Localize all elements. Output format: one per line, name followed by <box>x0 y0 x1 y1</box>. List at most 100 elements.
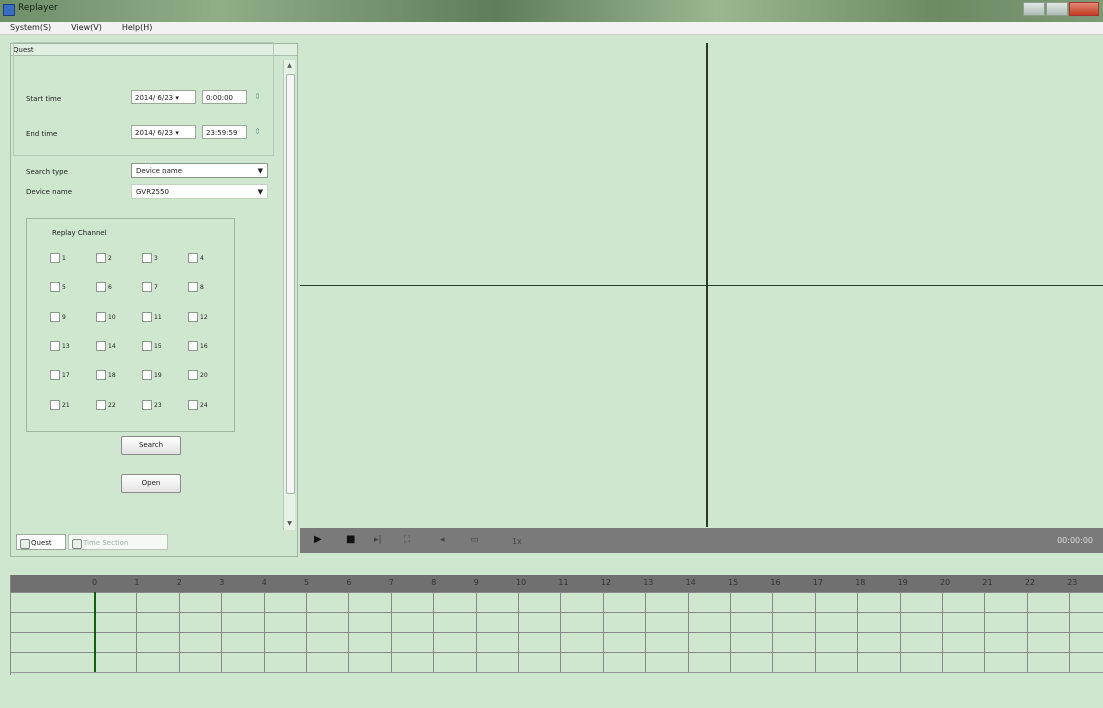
channel-checkbox-2[interactable]: 2 <box>96 253 112 263</box>
channel-label: 10 <box>108 313 116 321</box>
playback-control-bar: ▶ ■ ▸| ⛶ ◂ ▭ 1x 00:00:00 <box>300 528 1103 553</box>
channel-checkbox-9[interactable]: 9 <box>50 312 66 322</box>
checkbox-icon[interactable] <box>188 282 198 292</box>
panel-tabs: Quest Time Section <box>12 532 292 552</box>
maximize-button[interactable] <box>1046 2 1068 16</box>
close-button[interactable] <box>1069 2 1099 16</box>
end-date-picker[interactable]: 2014/ 6/23 ▾ <box>131 125 196 139</box>
end-time-spinner-icon[interactable]: ⇕ <box>252 125 263 139</box>
channel-checkbox-19[interactable]: 19 <box>142 370 162 380</box>
channel-checkbox-18[interactable]: 18 <box>96 370 116 380</box>
search-type-label: Search type <box>26 168 68 176</box>
open-button[interactable]: Open <box>121 474 181 493</box>
timeline-row-line <box>11 592 1103 593</box>
scroll-up-icon[interactable]: ▲ <box>286 62 293 70</box>
checkbox-icon[interactable] <box>50 370 60 380</box>
timeline-hour-label: 11 <box>558 578 569 587</box>
channel-checkbox-5[interactable]: 5 <box>50 282 66 292</box>
channel-label: 7 <box>154 283 158 291</box>
timeline[interactable]: 0 1 2 3 4 5 6 7 8 9 10 11 12 13 14 15 16 17 18 19 20 21 22 23 <box>10 575 1103 675</box>
window-title: Replayer <box>18 3 58 13</box>
timeline-hour-label: 3 <box>219 578 225 587</box>
channel-checkbox-10[interactable]: 10 <box>96 312 116 322</box>
channel-label: 12 <box>200 313 208 321</box>
checkbox-icon[interactable] <box>142 282 152 292</box>
panel-scrollbar[interactable]: ▲ ▼ <box>283 60 295 530</box>
checkbox-icon[interactable] <box>96 400 106 410</box>
channel-checkbox-21[interactable]: 21 <box>50 400 70 410</box>
timeline-hour-label: 21 <box>982 578 993 587</box>
channel-checkbox-6[interactable]: 6 <box>96 282 112 292</box>
checkbox-icon[interactable] <box>188 312 198 322</box>
start-time-field[interactable]: 0:00:00 <box>202 90 247 104</box>
checkbox-icon[interactable] <box>96 341 106 351</box>
channel-checkbox-14[interactable]: 14 <box>96 341 116 351</box>
menu-system[interactable]: System(S) <box>0 22 61 34</box>
scroll-thumb[interactable] <box>286 74 295 494</box>
checkbox-icon[interactable] <box>188 253 198 263</box>
timeline-cursor[interactable] <box>94 592 96 672</box>
channel-label: 18 <box>108 371 116 379</box>
checkbox-icon[interactable] <box>50 282 60 292</box>
search-type-select[interactable]: Device name ▼ <box>131 163 268 178</box>
channel-checkbox-12[interactable]: 12 <box>188 312 208 322</box>
checkbox-icon[interactable] <box>142 312 152 322</box>
menu-help[interactable]: Help(H) <box>112 22 163 34</box>
search-button[interactable]: Search <box>121 436 181 455</box>
tab-time-section-label: Time Section <box>83 539 129 547</box>
channel-checkbox-15[interactable]: 15 <box>142 341 162 351</box>
checkbox-icon[interactable] <box>50 400 60 410</box>
channel-checkbox-3[interactable]: 3 <box>142 253 158 263</box>
stop-icon[interactable]: ■ <box>346 534 355 546</box>
end-date-value: 2014/ 6/23 <box>135 129 174 137</box>
minimize-button[interactable] <box>1023 2 1045 16</box>
checkbox-icon[interactable] <box>142 370 152 380</box>
channel-checkbox-22[interactable]: 22 <box>96 400 116 410</box>
checkbox-icon[interactable] <box>96 253 106 263</box>
channel-checkbox-8[interactable]: 8 <box>188 282 204 292</box>
checkbox-icon[interactable] <box>96 282 106 292</box>
tab-quest[interactable]: Quest <box>16 534 66 550</box>
channel-checkbox-24[interactable]: 24 <box>188 400 208 410</box>
channel-checkbox-1[interactable]: 1 <box>50 253 66 263</box>
checkbox-icon[interactable] <box>142 341 152 351</box>
checkbox-icon[interactable] <box>142 253 152 263</box>
playback-speed[interactable]: 1x <box>512 536 522 548</box>
checkbox-icon[interactable] <box>96 312 106 322</box>
tab-time-section[interactable]: Time Section <box>68 534 168 550</box>
checkbox-icon[interactable] <box>96 370 106 380</box>
fullscreen-icon[interactable]: ⛶ <box>404 534 410 546</box>
channel-checkbox-20[interactable]: 20 <box>188 370 208 380</box>
step-forward-icon[interactable]: ▸| <box>374 534 382 546</box>
channel-checkbox-13[interactable]: 13 <box>50 341 70 351</box>
timeline-hour-label: 5 <box>304 578 310 587</box>
channel-checkbox-4[interactable]: 4 <box>188 253 204 263</box>
checkbox-icon[interactable] <box>188 341 198 351</box>
checkbox-icon[interactable] <box>50 253 60 263</box>
play-icon[interactable]: ▶ <box>314 534 322 546</box>
checkbox-icon[interactable] <box>142 400 152 410</box>
snapshot-icon[interactable]: ▭ <box>470 534 479 546</box>
channel-label: 23 <box>154 401 162 409</box>
channel-checkbox-7[interactable]: 7 <box>142 282 158 292</box>
scroll-down-icon[interactable]: ▼ <box>286 520 293 528</box>
channel-checkbox-23[interactable]: 23 <box>142 400 162 410</box>
device-name-select[interactable]: GVR2550 ▼ <box>131 184 268 199</box>
checkbox-icon[interactable] <box>50 312 60 322</box>
timeline-hour-label: 17 <box>812 578 823 587</box>
checkbox-icon[interactable] <box>50 341 60 351</box>
checkbox-icon[interactable] <box>188 400 198 410</box>
checkbox-icon[interactable] <box>188 370 198 380</box>
timeline-hour-label: 6 <box>346 578 352 587</box>
channel-checkbox-17[interactable]: 17 <box>50 370 70 380</box>
channel-checkbox-11[interactable]: 11 <box>142 312 162 322</box>
end-time-field[interactable]: 23:59:59 <box>202 125 247 139</box>
start-date-picker[interactable]: 2014/ 6/23 ▾ <box>131 90 196 104</box>
title-bar: Replayer <box>0 0 1103 22</box>
start-time-spinner-icon[interactable]: ⇕ <box>252 90 263 104</box>
volume-icon[interactable]: ◂ <box>440 534 445 546</box>
menu-view[interactable]: View(V) <box>61 22 112 34</box>
channel-label: 5 <box>62 283 66 291</box>
channel-checkbox-16[interactable]: 16 <box>188 341 208 351</box>
channel-label: 20 <box>200 371 208 379</box>
